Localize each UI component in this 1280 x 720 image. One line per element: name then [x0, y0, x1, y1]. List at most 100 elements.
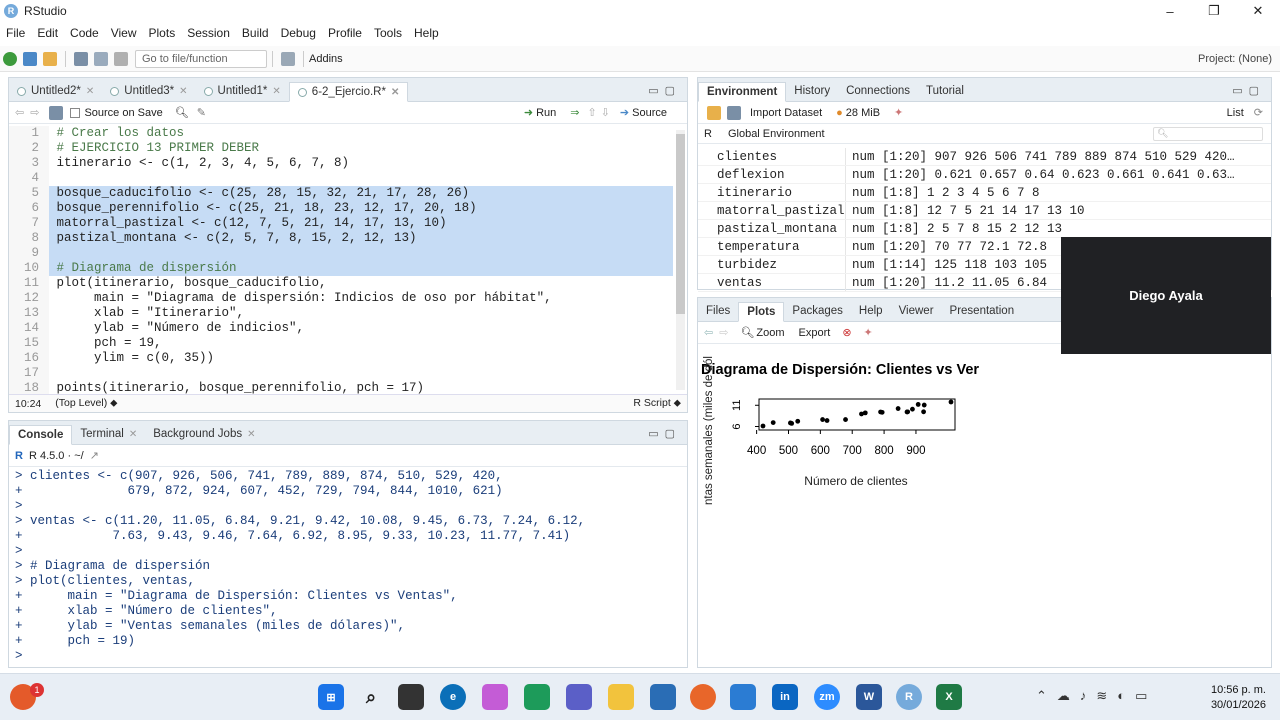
- env-search-input[interactable]: 🔍︎: [1153, 126, 1263, 141]
- zoom-button[interactable]: Zoom: [756, 327, 784, 339]
- task-view-icon[interactable]: [398, 684, 424, 710]
- rstudio-taskbar-icon[interactable]: R: [896, 684, 922, 710]
- pane-window-buttons[interactable]: ▭▢: [648, 84, 681, 97]
- tab-untitled1[interactable]: Untitled1* ✕: [196, 81, 289, 101]
- new-file-icon[interactable]: [3, 51, 17, 66]
- back-arrow-icon[interactable]: ⇦: [15, 106, 24, 119]
- tab-presentation[interactable]: Presentation: [942, 301, 1023, 321]
- minimize-button[interactable]: –: [1148, 4, 1192, 19]
- menu-debug[interactable]: Debug: [275, 26, 322, 40]
- next-plot-icon[interactable]: ⇨: [719, 326, 728, 339]
- store-icon[interactable]: [650, 684, 676, 710]
- down-icon[interactable]: ⇩: [601, 106, 610, 119]
- tab-help[interactable]: Help: [851, 301, 891, 321]
- menu-code[interactable]: Code: [64, 26, 105, 40]
- tab-tutorial[interactable]: Tutorial: [918, 81, 972, 101]
- start-icon[interactable]: ⊞: [318, 684, 344, 710]
- forward-arrow-icon[interactable]: ⇨: [30, 106, 39, 119]
- file-type-selector[interactable]: R Script ⬥: [633, 397, 681, 410]
- broom-icon[interactable]: ✦: [894, 106, 903, 119]
- menu-help[interactable]: Help: [408, 26, 445, 40]
- clock[interactable]: 10:56 p. m. 30/01/2026: [1211, 683, 1266, 713]
- zoom-app-icon[interactable]: zm: [814, 684, 840, 710]
- close-tab-icon[interactable]: ✕: [391, 87, 399, 98]
- project-menu[interactable]: Project: (None): [1198, 53, 1272, 65]
- source-button[interactable]: Source: [632, 107, 667, 119]
- close-button[interactable]: ✕: [1236, 3, 1280, 19]
- wand-icon[interactable]: ✎: [197, 106, 206, 119]
- env-variable-row[interactable]: clientes num [1:20] 907 926 506 741 789 8…: [698, 148, 1271, 166]
- menu-profile[interactable]: Profile: [322, 26, 368, 40]
- close-tab-icon[interactable]: ✕: [179, 86, 187, 97]
- load-workspace-icon[interactable]: [707, 105, 721, 120]
- firefox-icon[interactable]: [690, 684, 716, 710]
- tab-untitled3[interactable]: Untitled3* ✕: [102, 81, 195, 101]
- search-icon[interactable]: ⌕: [358, 684, 384, 710]
- search-icon[interactable]: 🔍︎: [175, 106, 189, 119]
- addins-menu[interactable]: Addins: [309, 53, 343, 65]
- tab-connections[interactable]: Connections: [838, 81, 918, 101]
- refresh-icon[interactable]: ⟳: [1254, 106, 1263, 119]
- close-tab-icon[interactable]: ✕: [247, 429, 255, 440]
- save-workspace-icon[interactable]: [727, 105, 741, 120]
- env-variable-row[interactable]: pastizal_montana num [1:8] 2 5 7 8 15 2 1…: [698, 220, 1271, 238]
- print-icon[interactable]: [114, 51, 128, 66]
- file-explorer-icon[interactable]: [608, 684, 634, 710]
- export-button[interactable]: Export: [799, 327, 831, 339]
- system-tray-icons[interactable]: ⌃☁♪≋◐▭: [1036, 688, 1157, 704]
- run-button[interactable]: Run: [536, 107, 556, 119]
- edge-icon[interactable]: e: [440, 684, 466, 710]
- source-on-save-checkbox[interactable]: [70, 107, 81, 118]
- editor-scrollbar[interactable]: [676, 130, 685, 390]
- pane-window-buttons[interactable]: ▭▢: [1232, 84, 1265, 97]
- copilot-icon[interactable]: [482, 684, 508, 710]
- tab-ejercio[interactable]: 6-2_Ejercio.R* ✕: [288, 82, 409, 102]
- open-file-icon[interactable]: [43, 51, 57, 66]
- calculator-icon[interactable]: [730, 684, 756, 710]
- word-icon[interactable]: W: [856, 684, 882, 710]
- menu-session[interactable]: Session: [181, 26, 236, 40]
- tab-viewer[interactable]: Viewer: [891, 301, 942, 321]
- menu-view[interactable]: View: [105, 26, 143, 40]
- tab-history[interactable]: History: [786, 81, 838, 101]
- maximize-button[interactable]: ❐: [1192, 3, 1236, 19]
- tab-untitled2[interactable]: Untitled2* ✕: [9, 81, 102, 101]
- menu-build[interactable]: Build: [236, 26, 275, 40]
- close-tab-icon[interactable]: ✕: [86, 86, 94, 97]
- teams-icon[interactable]: [566, 684, 592, 710]
- memory-usage[interactable]: 28 MiB: [846, 107, 880, 119]
- broom-icon[interactable]: ✦: [864, 326, 873, 339]
- env-variable-row[interactable]: matorral_pastizal num [1:8] 12 7 5 21 14 …: [698, 202, 1271, 220]
- sheets-icon[interactable]: [524, 684, 550, 710]
- rerun-icon[interactable]: ⇒: [570, 106, 579, 119]
- close-tab-icon[interactable]: ✕: [272, 86, 280, 97]
- tab-files[interactable]: Files: [698, 301, 738, 321]
- save-all-icon[interactable]: [94, 51, 108, 66]
- env-variable-row[interactable]: itinerario num [1:8] 1 2 3 4 5 6 7 8: [698, 184, 1271, 202]
- import-dataset-button[interactable]: Import Dataset: [750, 107, 822, 119]
- menu-plots[interactable]: Plots: [143, 26, 182, 40]
- grid-layout-icon[interactable]: [281, 51, 295, 66]
- tab-plots[interactable]: Plots: [738, 302, 785, 322]
- env-variable-row[interactable]: deflexion num [1:20] 0.621 0.657 0.64 0.6…: [698, 166, 1271, 184]
- up-icon[interactable]: ⇧: [587, 106, 596, 119]
- open-dir-icon[interactable]: ↗: [90, 449, 99, 462]
- scope-selector[interactable]: (Top Level) ⬥: [55, 397, 117, 410]
- goto-file-input[interactable]: Go to file/function: [135, 49, 267, 68]
- scope-selector[interactable]: Global Environment: [728, 128, 825, 140]
- new-project-icon[interactable]: [23, 51, 37, 66]
- tab-terminal[interactable]: Terminal ✕: [72, 424, 145, 444]
- console-output[interactable]: > clientes <- c(907, 926, 506, 741, 789,…: [9, 469, 679, 665]
- excel-icon[interactable]: X: [936, 684, 962, 710]
- code-area[interactable]: 1 # Crear los datos 2 # EJERCICIO 13 PRIM…: [9, 126, 673, 396]
- menu-tools[interactable]: Tools: [368, 26, 408, 40]
- scroll-thumb[interactable]: [676, 134, 685, 314]
- tab-background-jobs[interactable]: Background Jobs ✕: [145, 424, 263, 444]
- pane-window-buttons[interactable]: ▭▢: [648, 427, 681, 440]
- menu-file[interactable]: File: [0, 26, 31, 40]
- close-tab-icon[interactable]: ✕: [129, 429, 137, 440]
- menu-edit[interactable]: Edit: [31, 26, 64, 40]
- save-icon[interactable]: [49, 105, 64, 120]
- language-selector[interactable]: R: [704, 128, 712, 140]
- tab-packages[interactable]: Packages: [784, 301, 851, 321]
